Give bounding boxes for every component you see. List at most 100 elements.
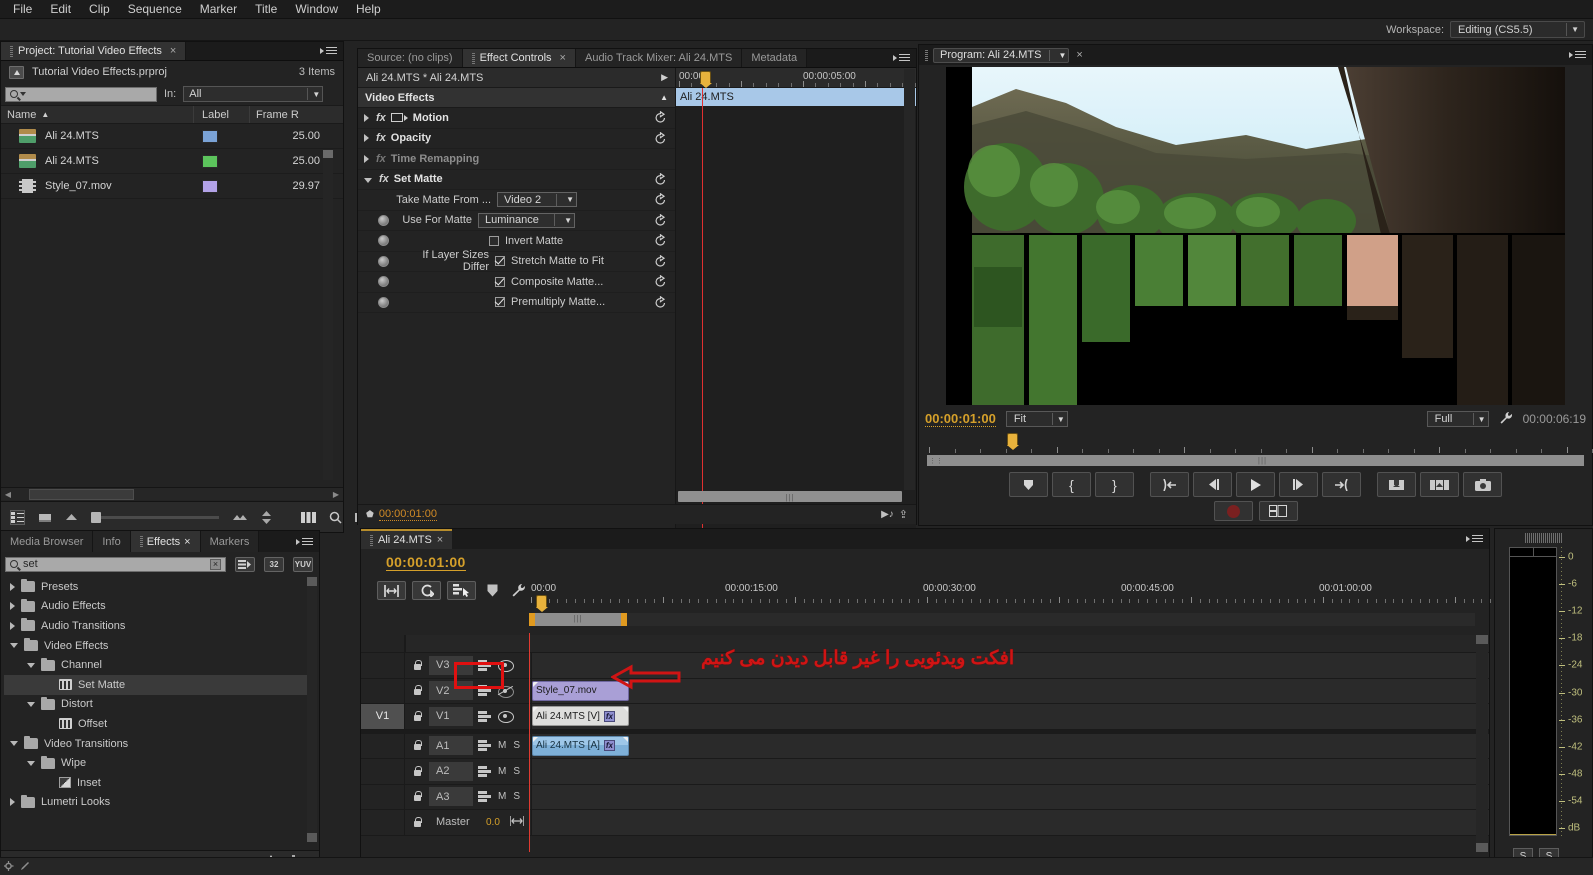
effects-tree-item[interactable]: Wipe — [4, 753, 307, 773]
menu-edit[interactable]: Edit — [41, 0, 80, 18]
track-target-v2[interactable] — [361, 678, 405, 703]
chevron-down-icon[interactable] — [27, 662, 35, 668]
export-icon[interactable]: ⇪ — [899, 508, 908, 521]
chevron-right-icon[interactable] — [364, 154, 369, 163]
dropdown-take-matte-from[interactable]: Video 2 ▼ — [497, 192, 577, 208]
menu-help[interactable]: Help — [347, 0, 390, 18]
effect-controls-horizontal-scrollbar[interactable]: ||| — [678, 491, 902, 502]
sync-lock-icon[interactable] — [478, 710, 491, 722]
tab-markers[interactable]: Markers — [200, 531, 260, 552]
track-lock-v3[interactable] — [405, 659, 429, 671]
parent-folder-icon[interactable] — [9, 65, 24, 79]
icon-view-button[interactable] — [38, 510, 52, 525]
extract-button[interactable] — [1420, 472, 1459, 497]
param-row-take-matte-from[interactable]: Take Matte From ... Video 2 ▼ — [358, 190, 675, 211]
marker-icon[interactable]: ⬟ — [366, 509, 374, 520]
track-lock-master[interactable] — [405, 816, 429, 828]
audio-meter-display[interactable] — [1509, 547, 1557, 836]
program-playhead[interactable] — [1007, 433, 1019, 450]
effect-controls-timecode[interactable]: 00:00:01:00 — [378, 508, 437, 521]
freeform-view-button[interactable] — [301, 510, 316, 525]
marker-icon[interactable] — [482, 581, 502, 600]
toggle-track-output-icon[interactable] — [498, 711, 514, 724]
mark-in-button[interactable]: { — [1052, 472, 1091, 497]
effects-search-input[interactable]: set × — [5, 556, 226, 572]
effects-tree-item[interactable]: Offset — [4, 714, 307, 734]
mute-track-button[interactable]: M — [498, 766, 506, 777]
close-icon[interactable]: × — [1076, 49, 1082, 61]
close-icon[interactable]: × — [560, 52, 566, 64]
play-audio-icon[interactable]: ▶♪ — [881, 509, 894, 520]
tab-metadata[interactable]: Metadata — [742, 49, 808, 67]
solo-track-button[interactable]: S — [513, 740, 520, 751]
label-color-swatch[interactable] — [202, 179, 218, 193]
track-row-a3[interactable]: A3 M S — [361, 784, 1489, 810]
label-color-swatch[interactable] — [202, 154, 218, 168]
solo-track-button[interactable]: S — [513, 791, 520, 802]
checkbox-premultiply-matte[interactable] — [495, 297, 505, 308]
track-lock-v1[interactable] — [405, 710, 429, 722]
snap-button[interactable] — [377, 581, 406, 600]
track-row-v1[interactable]: V1 V1 Ali 24.MTS [V] fx — [361, 704, 1489, 730]
chevron-right-icon[interactable] — [10, 582, 15, 591]
wrench-settings-icon[interactable] — [1499, 411, 1513, 428]
chevron-right-icon[interactable] — [364, 113, 369, 122]
timeline-vertical-scrollbar[interactable] — [1476, 635, 1488, 852]
solo-track-button[interactable]: S — [513, 766, 520, 777]
program-zoom-select[interactable]: Fit ▼ — [1005, 411, 1068, 427]
track-lane-a1[interactable]: Ali 24.MTS [A] fx — [531, 733, 1489, 758]
track-lock-a1[interactable] — [405, 740, 429, 751]
track-target-v1[interactable]: V1 — [361, 704, 405, 729]
accelerated-effects-button[interactable] — [235, 556, 255, 572]
lift-button[interactable] — [1377, 472, 1416, 497]
tab-effects[interactable]: Effects × — [130, 531, 201, 552]
tab-info[interactable]: Info — [93, 531, 131, 552]
chevron-right-icon[interactable] — [10, 602, 15, 611]
timeline-ruler[interactable]: 00:00 00:00:15:00 00:00:30:00 00:00:45:0… — [529, 582, 1492, 604]
menu-file[interactable]: File — [4, 0, 41, 18]
effects-tree-item[interactable]: Audio Transitions — [4, 616, 307, 636]
track-name-v1[interactable]: V1 — [429, 706, 473, 726]
master-volume-value[interactable]: 0.0 — [486, 817, 500, 828]
effect-controls-playhead[interactable] — [700, 71, 712, 88]
scroll-grip-left-icon[interactable]: ⋮⋮ — [927, 457, 945, 465]
tab-audio-track-mixer[interactable]: Audio Track Mixer: Ali 24.MTS — [575, 49, 743, 67]
column-name[interactable]: Name ▲ — [1, 106, 194, 123]
timeline-zoom-scrollbar[interactable]: ||| — [529, 613, 1475, 626]
chevron-right-icon[interactable] — [10, 621, 15, 630]
panel-menu-icon[interactable] — [893, 53, 910, 63]
chevron-down-icon[interactable]: ▼ — [1058, 51, 1066, 60]
table-row[interactable]: Ali 24.MTS 25.00 — [1, 149, 343, 174]
table-row[interactable]: Style_07.mov 29.97 — [1, 174, 343, 199]
program-current-timecode[interactable]: 00:00:01:00 — [925, 411, 996, 427]
clear-search-icon[interactable]: × — [210, 558, 221, 570]
reset-icon[interactable] — [654, 192, 667, 206]
reset-icon[interactable] — [654, 254, 667, 268]
sync-lock-icon[interactable] — [478, 740, 491, 752]
close-icon[interactable]: × — [437, 534, 443, 546]
close-icon[interactable]: × — [184, 536, 190, 548]
track-lock-a2[interactable] — [405, 765, 429, 777]
chevron-down-icon[interactable] — [10, 741, 18, 747]
sort-icon-button[interactable] — [232, 510, 248, 525]
effect-row-motion[interactable]: fx Motion — [358, 108, 675, 129]
menu-title[interactable]: Title — [246, 0, 286, 18]
program-monitor-ruler[interactable] — [927, 433, 1593, 455]
track-name-a1[interactable]: A1 — [429, 736, 473, 756]
reset-icon[interactable] — [654, 131, 667, 145]
play-triangle-icon[interactable]: ▶ — [661, 72, 668, 83]
stopwatch-icon[interactable] — [378, 276, 389, 288]
step-back-button[interactable] — [1193, 472, 1232, 497]
add-marker-button[interactable] — [447, 581, 476, 600]
effect-controls-ruler[interactable]: 00:00 00:00:05:00 — [676, 68, 1288, 88]
tab-source[interactable]: Source: (no clips) — [358, 49, 463, 67]
reset-icon[interactable] — [654, 172, 667, 186]
param-row-composite-matte[interactable]: Composite Matte... — [358, 272, 675, 293]
track-lock-v2[interactable] — [405, 685, 429, 696]
checkbox-composite-matte[interactable] — [495, 276, 505, 287]
go-to-out-button[interactable] — [1322, 472, 1361, 497]
effect-row-time-remapping[interactable]: fx Time Remapping — [358, 149, 675, 170]
step-forward-button[interactable] — [1279, 472, 1318, 497]
track-row-a1[interactable]: A1 M S Ali 24.MTS [A] fx — [361, 733, 1489, 759]
chevron-up-icon[interactable]: ▲ — [660, 93, 668, 102]
